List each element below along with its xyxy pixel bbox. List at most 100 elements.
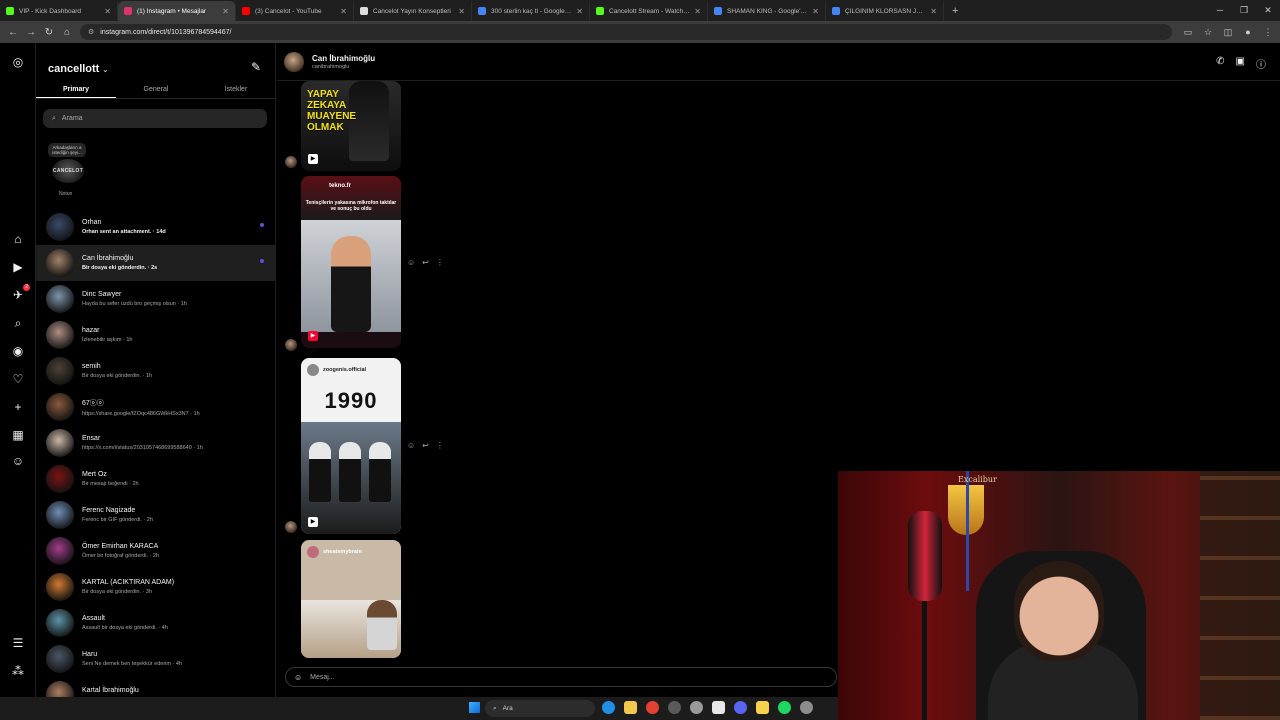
conversation-item[interactable]: Assault Assault bir dosya eki gönderdi. ·… xyxy=(36,605,275,641)
contact-name[interactable]: Can İbrahimoğlu xyxy=(312,54,375,63)
chrome-icon[interactable] xyxy=(646,701,659,714)
messages-nav-icon[interactable]: ✈ 2 xyxy=(10,284,30,303)
shared-reel[interactable]: YAPAY ZEKAYA MUAYENE OLMAK ▶ xyxy=(301,81,401,171)
steam-icon[interactable] xyxy=(690,701,703,714)
close-tab-icon[interactable]: ✕ xyxy=(812,7,819,16)
instagram-logo-icon[interactable]: ◎ xyxy=(10,54,26,70)
conversation-item[interactable]: Orhan Orhan sent an attachment. · 14d xyxy=(36,209,275,245)
tab-general[interactable]: General xyxy=(116,83,196,98)
reel-play-icon: ▶ xyxy=(308,331,318,341)
new-tab-button[interactable]: + xyxy=(944,1,966,21)
conversation-preview: Bir dosya eki gönderdin. · 2s xyxy=(82,265,158,271)
close-tab-icon[interactable]: ✕ xyxy=(340,7,347,16)
address-bar[interactable]: ⚙ instagram.com/direct/t/101396784594467… xyxy=(80,24,1172,40)
reels-nav-icon[interactable]: ▶ xyxy=(10,259,26,275)
restore-icon[interactable]: ❐ xyxy=(1232,0,1256,21)
search-input[interactable]: ⌕ Arama xyxy=(43,109,267,128)
react-emoji-icon[interactable]: ☺ xyxy=(407,258,415,267)
back-icon[interactable]: ← xyxy=(4,27,22,38)
edge-icon[interactable] xyxy=(602,701,615,714)
conversation-item[interactable]: hazar İzlenebilir aşkım · 1h xyxy=(36,317,275,353)
avatar xyxy=(46,573,74,601)
minimize-icon[interactable]: ─ xyxy=(1208,0,1232,21)
account-switcher[interactable]: cancellott ⌄ xyxy=(48,63,108,75)
browser-tab[interactable]: SHAMAN KING - Google'da Ara ✕ xyxy=(708,1,826,21)
avatar[interactable] xyxy=(284,52,304,72)
browser-tab[interactable]: Cancelot Yayın Konseptleri ✕ xyxy=(354,1,472,21)
video-call-icon[interactable]: ▣ xyxy=(1236,56,1245,71)
phone-icon[interactable]: ✆ xyxy=(1216,56,1224,71)
my-note[interactable]: Arkadaşların a istediğin şeyi... CANCELO… xyxy=(48,143,88,197)
spotify-icon[interactable] xyxy=(778,701,791,714)
browser-tab[interactable]: VIP - Kick Dashboard ✕ xyxy=(0,1,118,21)
reply-icon[interactable]: ↩ xyxy=(422,258,429,267)
tab-requests[interactable]: İstekler xyxy=(196,83,275,98)
windows-start-icon[interactable] xyxy=(469,702,480,713)
message-input[interactable]: ☺ Mesaj... xyxy=(285,667,837,687)
notepad-icon[interactable] xyxy=(712,701,725,714)
browser-tab[interactable]: (1) Instagram • Mesajlar ✕ xyxy=(118,1,236,21)
file-explorer-icon[interactable] xyxy=(624,701,637,714)
tab-primary[interactable]: Primary xyxy=(36,83,116,98)
shared-reel[interactable]: sheatsmybrain xyxy=(301,540,401,658)
conversation-preview: Seni Ne demek ben teşekkür ederim · 4h xyxy=(82,661,182,667)
home-icon[interactable]: ⌂ xyxy=(58,27,76,38)
explore-nav-icon[interactable]: ◉ xyxy=(10,343,26,359)
conversation-item[interactable]: 67ⓞⓞ https://share.google/fZOqc486GWkHSx3… xyxy=(36,389,275,425)
close-tab-icon[interactable]: ✕ xyxy=(458,7,465,16)
reply-icon[interactable]: ↩ xyxy=(422,441,429,450)
taskbar-search[interactable]: ⌕ Ara xyxy=(485,700,595,717)
site-info-icon[interactable]: ⚙ xyxy=(88,28,94,36)
shared-reel[interactable]: zoogenis.official 1990 ▶ xyxy=(301,358,401,534)
browser-menu-icon[interactable]: ⋮ xyxy=(1260,27,1276,38)
close-tab-icon[interactable]: ✕ xyxy=(104,7,111,16)
shared-reel[interactable]: tekno.fr Tenisçilerin yakasına mikrofon … xyxy=(301,176,401,348)
settings-gear-icon[interactable] xyxy=(800,701,813,714)
extensions-icon[interactable]: ◫ xyxy=(1220,27,1236,38)
profile-nav-icon[interactable]: ☺ xyxy=(10,453,26,469)
search-nav-icon[interactable]: ⌕ xyxy=(10,315,26,331)
conversation-preview: İzlenebilir aşkım · 1h xyxy=(82,337,133,343)
conversation-item[interactable]: Mert Oz Bir mesajı beğendi · 2h xyxy=(36,461,275,497)
close-window-icon[interactable]: ✕ xyxy=(1256,0,1280,21)
browser-tab[interactable]: ÇILGINIM KLORSASN JACK - Go... ✕ xyxy=(826,1,944,21)
home-nav-icon[interactable]: ⌂ xyxy=(10,231,26,247)
conversation-item[interactable]: Ferenc Nagizade Ferenc bir GIF gönderdi. … xyxy=(36,497,275,533)
forward-icon[interactable]: → xyxy=(22,27,40,38)
cast-icon[interactable]: ▭ xyxy=(1180,27,1196,38)
conversation-item[interactable]: Ensar https://x.com/i/status/203105746869… xyxy=(36,425,275,461)
discord-icon[interactable] xyxy=(734,701,747,714)
create-plus-icon[interactable]: + xyxy=(10,399,26,415)
emoji-icon[interactable]: ☺ xyxy=(294,673,302,682)
obs-icon[interactable] xyxy=(668,701,681,714)
conversation-item[interactable]: KARTAL (ACIKTIRAN ADAM) Bir dosya eki gön… xyxy=(36,569,275,605)
dashboard-icon[interactable]: ▦ xyxy=(10,427,26,443)
close-tab-icon[interactable]: ✕ xyxy=(930,7,937,16)
more-options-icon[interactable]: ⋮ xyxy=(436,258,444,267)
conversation-item[interactable]: Kartal İbrahimoğluBir dosya eki gönderdi… xyxy=(36,677,275,697)
sticky-notes-icon[interactable] xyxy=(756,701,769,714)
notifications-heart-icon[interactable]: ♡ xyxy=(10,371,26,387)
meta-apps-icon[interactable]: ⁂ xyxy=(10,663,26,679)
browser-tab[interactable]: (3) Cancelot - YouTube ✕ xyxy=(236,1,354,21)
close-tab-icon[interactable]: ✕ xyxy=(576,7,583,16)
bookmark-star-icon[interactable]: ☆ xyxy=(1200,27,1216,38)
close-tab-icon[interactable]: ✕ xyxy=(222,7,229,16)
conversation-item[interactable]: Haru Seni Ne demek ben teşekkür ederim · … xyxy=(36,641,275,677)
avatar xyxy=(46,393,74,421)
react-emoji-icon[interactable]: ☺ xyxy=(407,441,415,450)
reload-icon[interactable]: ↻ xyxy=(40,27,58,38)
conversation-item[interactable]: semih Bir dosya eki gönderdin. · 1h xyxy=(36,353,275,389)
conversation-item[interactable]: Dinc Sawyer Hayda bu sefer üzdü bro geçmi… xyxy=(36,281,275,317)
more-options-icon[interactable]: ⋮ xyxy=(436,441,444,450)
profile-icon[interactable]: ● xyxy=(1240,27,1256,38)
more-menu-icon[interactable]: ☰ xyxy=(10,635,26,651)
conversation-item[interactable]: Can İbrahimoğlu Bir dosya eki gönderdin. … xyxy=(36,245,275,281)
browser-tab[interactable]: 300 sterlin kaç tl - Google'da Ar...✕ xyxy=(472,1,590,21)
info-icon[interactable]: ⓘ xyxy=(1256,56,1266,71)
close-tab-icon[interactable]: ✕ xyxy=(694,7,701,16)
reel-thumbnail xyxy=(301,220,401,332)
new-message-icon[interactable]: ✎ xyxy=(251,60,261,74)
browser-tab[interactable]: Cancelott Stream - Watch Live o...✕ xyxy=(590,1,708,21)
conversation-item[interactable]: Ömer Emirhan KARACA Ömer bir fotoğraf gön… xyxy=(36,533,275,569)
